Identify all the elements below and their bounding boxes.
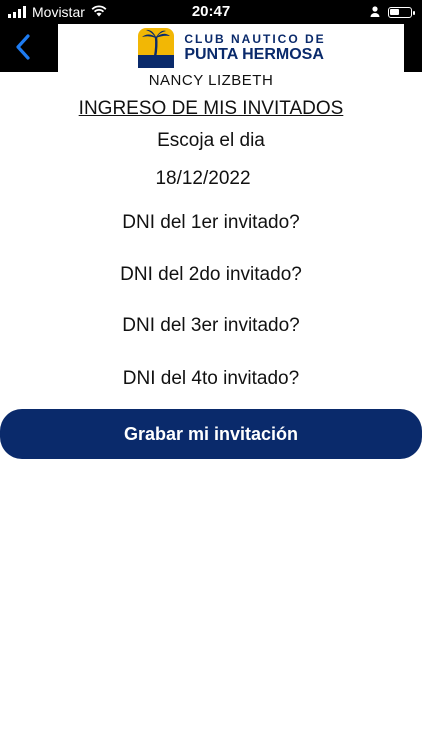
dni-guest-3-field[interactable]: DNI del 3er invitado? — [0, 315, 422, 337]
back-button[interactable] — [6, 30, 40, 64]
status-time: 20:47 — [191, 3, 231, 20]
person-icon — [370, 4, 380, 20]
chevron-left-icon — [16, 34, 30, 60]
dni-guest-1-field[interactable]: DNI del 1er invitado? — [0, 212, 422, 234]
user-name: NANCY LIZBETH — [148, 72, 274, 89]
save-invitation-button[interactable]: Grabar mi invitación — [0, 409, 422, 459]
logo-line1: CLUB NAUTICO DE — [184, 32, 326, 46]
logo-line2: PUNTA HERMOSA — [184, 46, 324, 63]
battery-level — [390, 8, 399, 15]
save-invitation-label: Grabar mi invitación — [123, 423, 299, 444]
page-title: INGRESO DE MIS INVITADOS — [78, 98, 344, 119]
dni-guest-4-field[interactable]: DNI del 4to invitado? — [0, 368, 422, 390]
app-header: CLUB NAUTICO DE PUNTA HERMOSA — [0, 24, 422, 72]
status-right — [370, 4, 415, 20]
choose-day-label: Escoja el dia — [157, 130, 265, 151]
palm-tree-logo-icon — [138, 28, 175, 68]
status-bar: Movistar 20:47 — [0, 0, 422, 24]
club-logo: CLUB NAUTICO DE PUNTA HERMOSA — [58, 24, 404, 72]
date-field[interactable]: 18/12/2022 — [0, 168, 414, 190]
dni-guest-2-field[interactable]: DNI del 2do invitado? — [0, 264, 422, 286]
battery-icon — [388, 6, 415, 18]
logo-text: CLUB NAUTICO DE PUNTA HERMOSA — [184, 33, 325, 63]
